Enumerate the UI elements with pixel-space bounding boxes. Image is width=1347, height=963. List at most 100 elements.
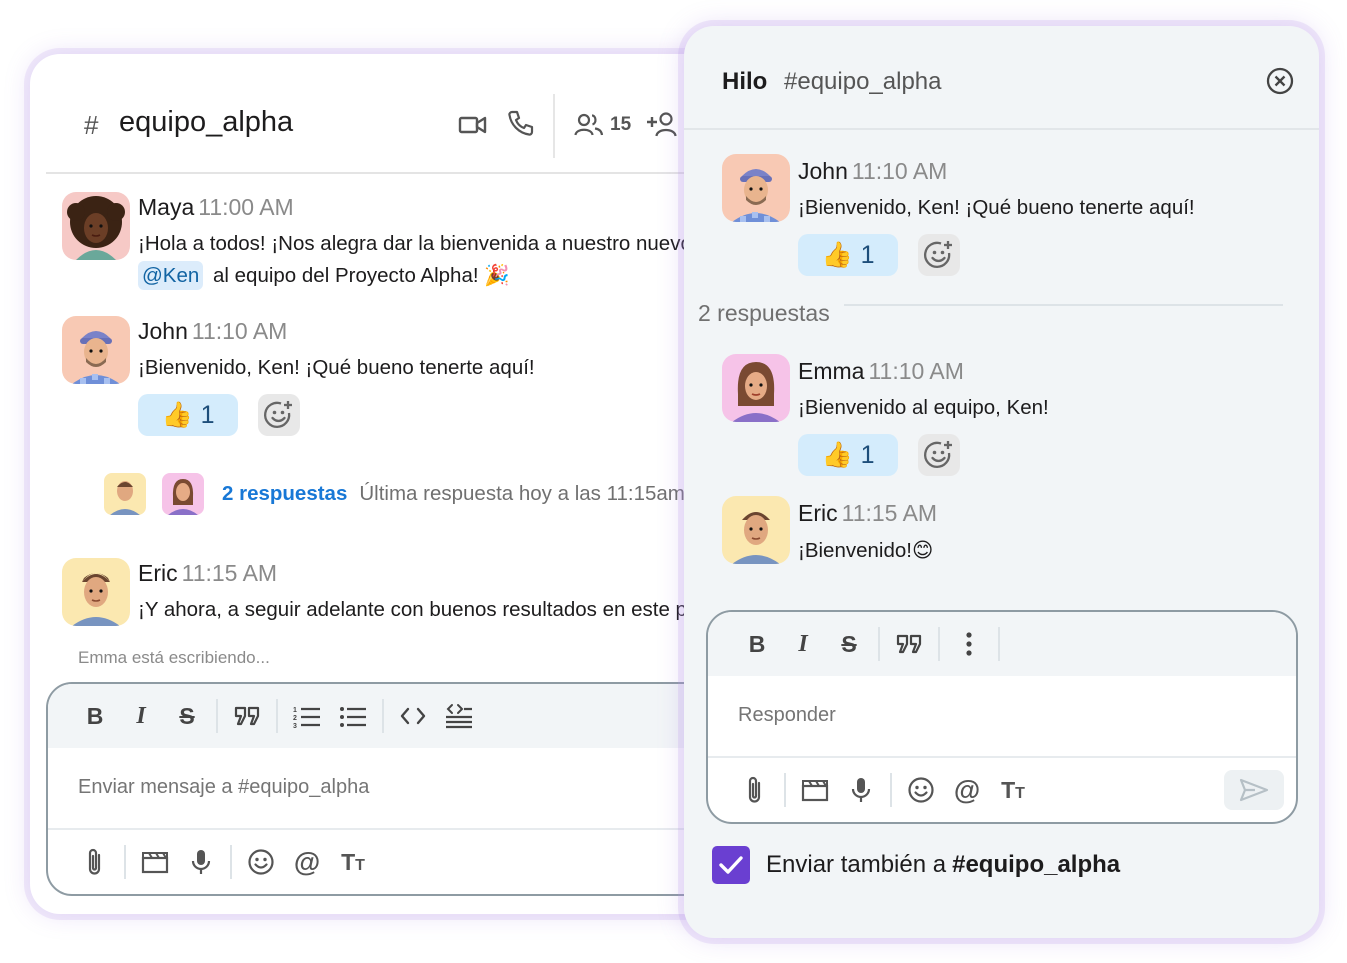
header-divider-line [46, 172, 750, 174]
close-thread-button[interactable] [1265, 66, 1297, 98]
thread-panel: Hilo #equipo_alpha John 11:10 AM ¡Bienven… [684, 26, 1319, 938]
message-time[interactable]: 11:10 AM [868, 358, 963, 384]
quote-icon [234, 706, 260, 726]
phone-call-button[interactable] [506, 108, 536, 138]
message-text: ¡Bienvenido al equipo, Ken! [798, 396, 1049, 419]
message-time[interactable]: 11:10 AM [192, 318, 287, 344]
paperclip-icon [86, 847, 104, 877]
quote-icon [896, 634, 922, 654]
reaction-count: 1 [860, 440, 875, 469]
attach-button[interactable] [732, 767, 778, 813]
message-composer: B I S 123 @ TT [46, 682, 750, 896]
toolbar-separator [382, 699, 384, 733]
quote-button[interactable] [224, 693, 270, 739]
message-text: ¡Hola a todos! ¡Nos alegra dar la bienve… [138, 232, 750, 255]
text-size-icon: TT [341, 848, 365, 875]
message-john: John 11:10 AM ¡Bienvenido, Ken! ¡Qué buen… [62, 316, 750, 446]
mention-button[interactable]: @ [284, 839, 330, 885]
members-button[interactable]: 15 [574, 112, 631, 138]
strikethrough-button[interactable]: S [164, 693, 210, 739]
thread-summary[interactable]: 2 respuestas Última respuesta hoy a las … [104, 472, 685, 516]
toolbar-separator [938, 627, 940, 661]
text-format-button[interactable]: TT [990, 767, 1036, 813]
reaction-thumbs-up[interactable]: 👍 1 [798, 234, 898, 276]
voice-button[interactable] [838, 767, 884, 813]
toolbar-separator [216, 699, 218, 733]
channel-hash-icon: # [84, 110, 99, 140]
thumbs-up-icon: 👍 [161, 400, 193, 429]
author-name[interactable]: Maya [138, 194, 194, 220]
message-time[interactable]: 11:15 AM [842, 500, 937, 526]
message-time[interactable]: 11:00 AM [198, 194, 293, 220]
send-button[interactable] [1224, 770, 1284, 810]
thread-parent-message: John 11:10 AM ¡Bienvenido, Ken! ¡Qué buen… [722, 154, 1299, 284]
thumbs-up-icon: 👍 [821, 440, 853, 469]
also-send-option[interactable]: Enviar también a #equipo_alpha [712, 846, 1120, 884]
reaction-thumbs-up[interactable]: 👍 1 [138, 394, 238, 436]
channel-title: equipo_alpha [119, 106, 294, 138]
italic-button[interactable]: I [118, 693, 164, 739]
add-member-button[interactable] [646, 110, 678, 138]
code-block-button[interactable] [436, 693, 482, 739]
thumbs-up-icon: 👍 [821, 240, 853, 269]
emoji-button[interactable] [898, 767, 944, 813]
microphone-icon [851, 776, 871, 804]
italic-icon: I [798, 630, 808, 657]
author-name[interactable]: Eric [798, 500, 838, 526]
message-time[interactable]: 11:10 AM [852, 158, 947, 184]
avatar-eric [62, 558, 130, 626]
paperclip-icon [746, 775, 764, 805]
quote-button[interactable] [886, 621, 932, 667]
reply-input[interactable] [738, 704, 1218, 727]
message-time[interactable]: 11:15 AM [182, 560, 277, 586]
message-input[interactable] [78, 776, 698, 799]
bold-button[interactable]: B [734, 621, 780, 667]
users-icon [574, 112, 604, 138]
bulleted-list-icon [339, 704, 367, 728]
add-reaction-icon [263, 399, 295, 431]
avatar-john [722, 154, 790, 222]
avatar-john [62, 316, 130, 384]
reaction-count: 1 [860, 240, 875, 269]
reaction-thumbs-up[interactable]: 👍 1 [798, 434, 898, 476]
author-name[interactable]: Eric [138, 560, 178, 586]
mention-button[interactable]: @ [944, 767, 990, 813]
text-format-button[interactable]: TT [330, 839, 376, 885]
thread-channel-name[interactable]: #equipo_alpha [784, 68, 942, 96]
smiley-icon [247, 848, 275, 876]
user-mention[interactable]: @Ken [138, 261, 204, 290]
bulleted-list-button[interactable] [330, 693, 376, 739]
code-button[interactable] [390, 693, 436, 739]
video-clip-button[interactable] [792, 767, 838, 813]
attach-button[interactable] [72, 839, 118, 885]
add-reaction-button[interactable] [918, 234, 960, 276]
add-reaction-icon [923, 439, 955, 471]
add-reaction-button[interactable] [918, 434, 960, 476]
avatar-eric [722, 496, 790, 564]
author-name[interactable]: John [798, 158, 848, 184]
italic-button[interactable]: I [780, 621, 826, 667]
svg-text:2: 2 [293, 715, 297, 722]
emoji-button[interactable] [238, 839, 284, 885]
clapperboard-icon [801, 778, 829, 802]
code-block-icon [445, 703, 473, 729]
replies-count-label: 2 respuestas [698, 300, 830, 326]
video-call-button[interactable] [458, 112, 488, 138]
thread-replies-link[interactable]: 2 respuestas [222, 482, 347, 506]
strikethrough-button[interactable]: S [826, 621, 872, 667]
numbered-list-icon: 123 [293, 704, 321, 728]
add-reaction-button[interactable] [258, 394, 300, 436]
voice-button[interactable] [178, 839, 224, 885]
also-send-checkbox[interactable] [712, 846, 750, 884]
send-icon [1239, 778, 1269, 802]
composer-actions: @ TT [48, 828, 750, 894]
more-formatting-button[interactable] [946, 621, 992, 667]
author-name[interactable]: John [138, 318, 188, 344]
author-name[interactable]: Emma [798, 358, 864, 384]
strikethrough-icon: S [179, 702, 195, 729]
bold-button[interactable]: B [72, 693, 118, 739]
video-clip-button[interactable] [132, 839, 178, 885]
svg-text:1: 1 [293, 707, 297, 714]
numbered-list-button[interactable]: 123 [284, 693, 330, 739]
close-icon [1265, 66, 1297, 96]
